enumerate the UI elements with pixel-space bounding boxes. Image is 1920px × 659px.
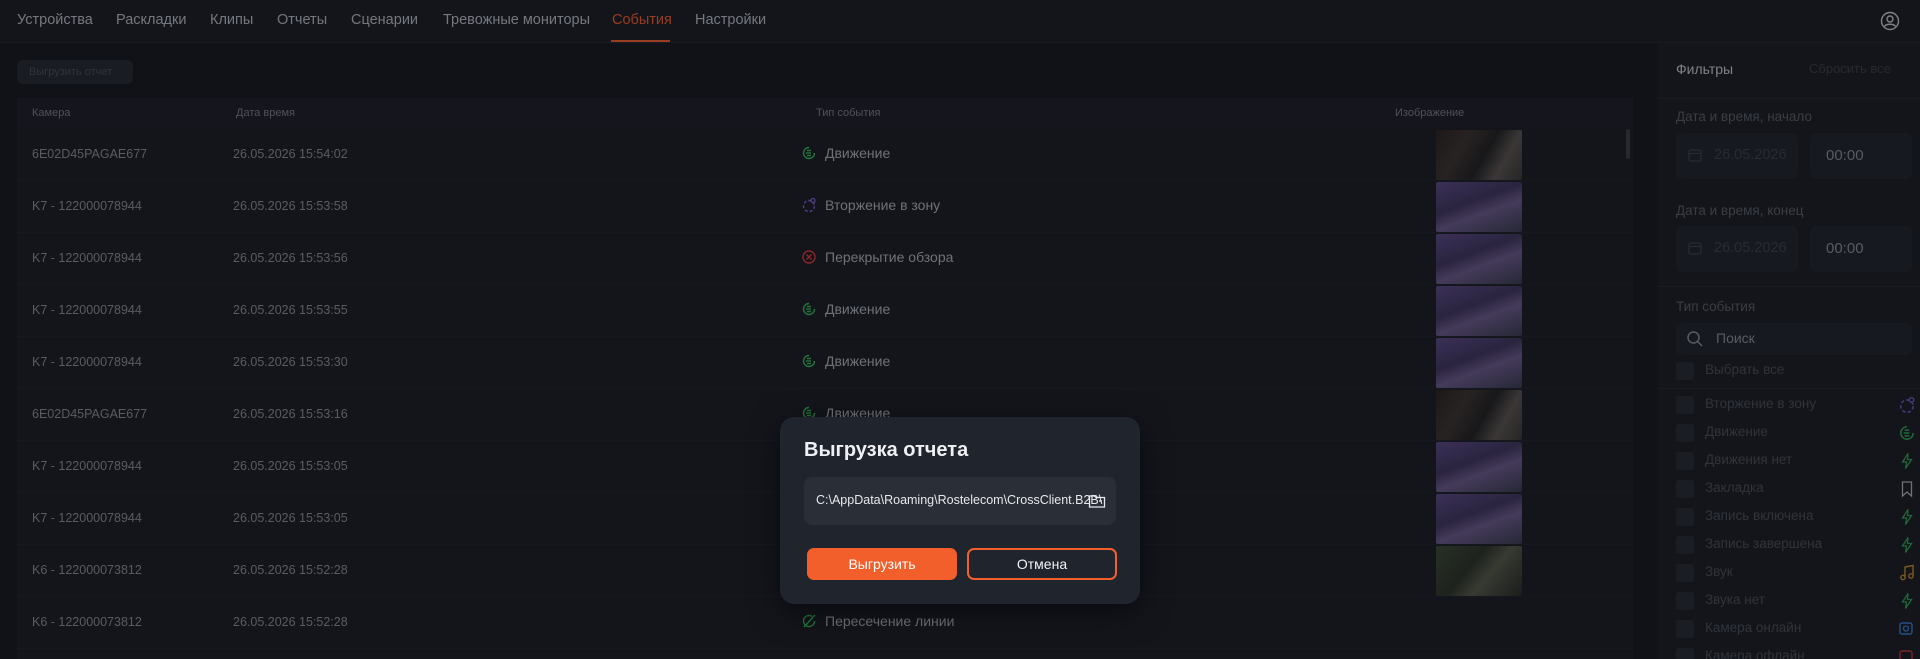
- export-report-dialog: Выгрузка отчета C:\AppData\Roaming\Roste…: [780, 417, 1140, 604]
- confirm-export-button[interactable]: Выгрузить: [807, 548, 957, 580]
- folder-browse-icon[interactable]: [1088, 492, 1106, 510]
- dialog-title: Выгрузка отчета: [804, 439, 969, 461]
- export-path-value: C:\AppData\Roaming\Rostelecom\CrossClien…: [816, 493, 1103, 507]
- cancel-button[interactable]: Отмена: [967, 548, 1117, 580]
- export-path-field[interactable]: C:\AppData\Roaming\Rostelecom\CrossClien…: [804, 477, 1116, 525]
